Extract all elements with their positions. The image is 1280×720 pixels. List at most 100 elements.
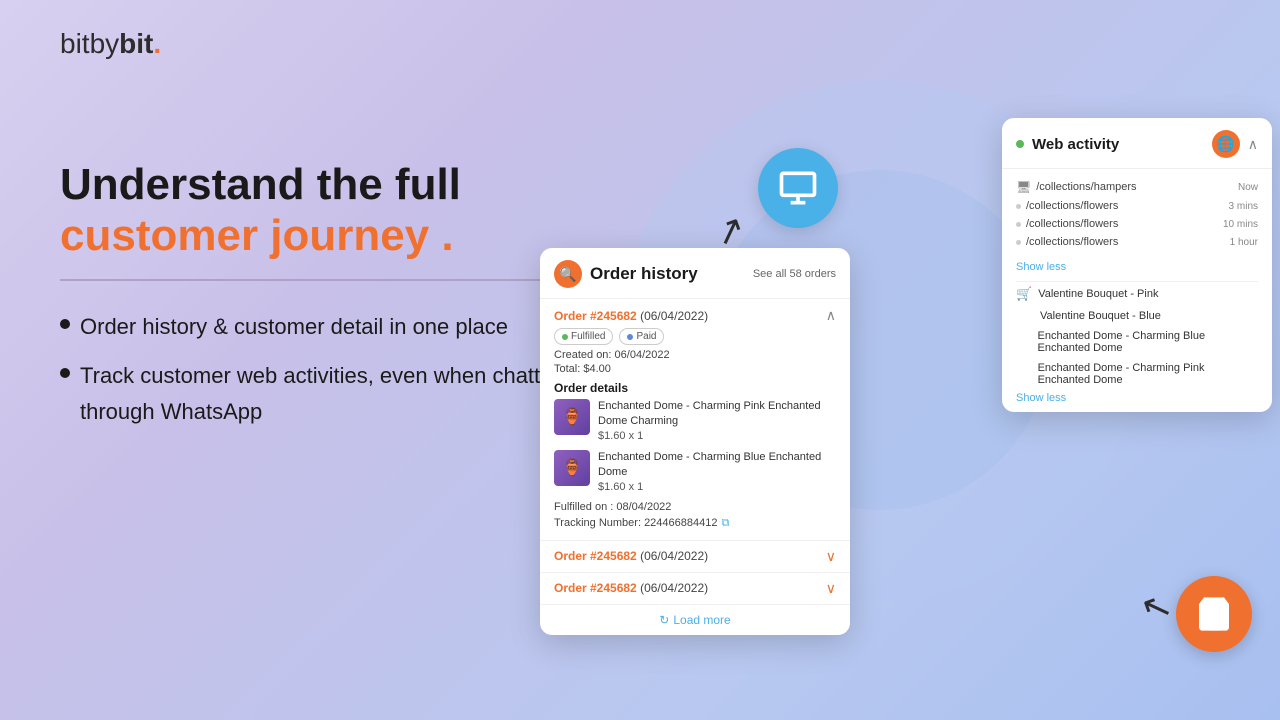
order-item-price-2: $1.60 x 1 (598, 481, 836, 493)
web-product-name-2: Valentine Bouquet - Blue (1040, 310, 1161, 322)
chevron-down-2[interactable]: ∨ (826, 548, 836, 565)
order-section-1: Order #245682 (06/04/2022) ∧ Fulfilled P… (540, 299, 850, 540)
web-activity-card: Web activity 🌐 ∧ 🖥 /collections/hampers … (1002, 118, 1272, 412)
web-item-path-4: /collections/flowers (1016, 236, 1118, 248)
search-icon-circle: 🔍 (554, 260, 582, 288)
arrow-left: ↙ (1136, 584, 1179, 634)
refresh-icon: ↻ (659, 613, 669, 627)
chevron-up-icon[interactable]: ∧ (1248, 136, 1258, 153)
badge-fulfilled: Fulfilled (554, 328, 613, 345)
order-collapsed-3[interactable]: Order #245682 (06/04/2022) ∨ (540, 572, 850, 604)
order-history-label: Order history (590, 264, 698, 284)
status-dot (1016, 140, 1024, 148)
headline-line1: Understand the full (60, 160, 461, 209)
web-time-1: Now (1238, 182, 1258, 193)
order-history-card: 🔍 Order history See all 58 orders Order … (540, 248, 850, 635)
cart-mini-1: 🛒 (1016, 286, 1032, 302)
order-created: Created on: 06/04/2022 (554, 349, 836, 361)
chevron-down-3[interactable]: ∨ (826, 580, 836, 597)
web-item-3: /collections/flowers 10 mins (1016, 215, 1258, 233)
order-badges-1: Fulfilled Paid (554, 328, 836, 345)
tracking-text: Tracking Number: 224466884412 (554, 517, 717, 529)
badge-paid-label: Paid (636, 331, 656, 342)
order-item-2: 🏺 Enchanted Dome - Charming Blue Enchant… (554, 450, 836, 493)
logo: bitbybit. (60, 28, 161, 60)
order-item-1: 🏺 Enchanted Dome - Charming Pink Enchant… (554, 399, 836, 442)
order-date-2: (06/04/2022) (640, 549, 708, 563)
bullet-item-1: Order history & customer detail in one p… (60, 309, 620, 344)
order-number-1[interactable]: Order #245682 (554, 309, 637, 323)
web-product-name-4: Enchanted Dome - Charming Pink Enchanted… (1038, 362, 1258, 386)
bullet-dot-1 (60, 319, 70, 329)
web-time-4: 1 hour (1230, 237, 1258, 248)
web-item-4: /collections/flowers 1 hour (1016, 233, 1258, 251)
order-details-label: Order details (554, 381, 836, 395)
load-more[interactable]: ↻ Load more (540, 604, 850, 635)
right-area: ↗ ↙ Web activity 🌐 ∧ 🖥 /collections/ham (560, 0, 1280, 720)
cart-svg (1194, 594, 1234, 634)
order-item-name-2: Enchanted Dome - Charming Blue Enchanted… (598, 450, 836, 481)
dot-small-4 (1016, 240, 1021, 245)
tracking-number: Tracking Number: 224466884412 ⧉ (554, 517, 836, 530)
dot-small-2 (1016, 204, 1021, 209)
show-less-2[interactable]: Show less (1002, 390, 1272, 412)
web-activity-header: Web activity 🌐 ∧ (1002, 118, 1272, 169)
divider (60, 279, 580, 281)
web-time-3: 10 mins (1223, 219, 1258, 230)
show-less-1[interactable]: Show less (1002, 259, 1272, 281)
logo-bit2: bit (119, 28, 153, 59)
monitor-icon (758, 148, 838, 228)
web-item-1: 🖥 /collections/hampers Now (1016, 177, 1258, 197)
order-total: Total: $4.00 (554, 363, 836, 375)
badge-paid: Paid (619, 328, 664, 345)
web-product-name-3: Enchanted Dome - Charming Blue Enchanted… (1038, 330, 1258, 354)
order-date-1: (06/04/2022) (640, 309, 708, 323)
order-history-header: 🔍 Order history See all 58 orders (540, 248, 850, 299)
web-time-2: 3 mins (1229, 201, 1258, 212)
left-content: Understand the full customer journey . O… (60, 160, 620, 443)
badge-fulfilled-label: Fulfilled (571, 331, 605, 342)
order-number-2[interactable]: Order #245682 (554, 549, 637, 563)
order-number-3[interactable]: Order #245682 (554, 581, 637, 595)
logo-by: by (90, 28, 120, 59)
monitor-svg (776, 166, 820, 210)
order-date-3: (06/04/2022) (640, 581, 708, 595)
dot-small-3 (1016, 222, 1021, 227)
order-item-img-2: 🏺 (554, 450, 590, 486)
order-fulfillment: Fulfilled on : 08/04/2022 (554, 501, 836, 513)
web-path-4: /collections/flowers (1026, 236, 1118, 248)
bullet-item-2: Track customer web activities, even when… (60, 358, 620, 428)
web-product-3: Enchanted Dome - Charming Blue Enchanted… (1002, 326, 1272, 358)
bullet-text-2: Track customer web activities, even when… (80, 358, 620, 428)
bullets-list: Order history & customer detail in one p… (60, 309, 620, 429)
headline: Understand the full customer journey . (60, 160, 620, 261)
cart-icon (1176, 576, 1252, 652)
web-product-2: Valentine Bouquet - Blue (1002, 306, 1272, 326)
logo-bit1: bit (60, 28, 90, 59)
web-path-1: /collections/hampers (1036, 181, 1136, 193)
globe-icon: 🌐 (1212, 130, 1240, 158)
chevron-up-order[interactable]: ∧ (826, 307, 836, 324)
logo-dot: . (153, 28, 161, 59)
web-item-2: /collections/flowers 3 mins (1016, 197, 1258, 215)
order-collapsed-2[interactable]: Order #245682 (06/04/2022) ∨ (540, 540, 850, 572)
web-product-4: Enchanted Dome - Charming Pink Enchanted… (1002, 358, 1272, 390)
monitor-mini-1: 🖥 (1016, 180, 1031, 194)
web-activity-label: Web activity (1032, 136, 1119, 153)
bullet-text-1: Order history & customer detail in one p… (80, 309, 508, 344)
order-item-price-1: $1.60 x 1 (598, 430, 836, 442)
badge-dot-blue (627, 334, 633, 340)
web-item-path-3: /collections/flowers (1016, 218, 1118, 230)
order-item-name-1: Enchanted Dome - Charming Pink Enchanted… (598, 399, 836, 430)
web-activity-title: Web activity (1016, 136, 1119, 153)
web-item-path-1: 🖥 /collections/hampers (1016, 180, 1137, 194)
order-history-title: 🔍 Order history (554, 260, 698, 288)
web-product-name-1: Valentine Bouquet - Pink (1038, 288, 1158, 300)
web-product-1: 🛒 Valentine Bouquet - Pink (1002, 282, 1272, 306)
copy-icon[interactable]: ⧉ (721, 517, 729, 530)
web-path-2: /collections/flowers (1026, 200, 1118, 212)
order-item-img-1: 🏺 (554, 399, 590, 435)
see-all-link[interactable]: See all 58 orders (753, 268, 836, 280)
load-more-label: Load more (673, 613, 730, 627)
web-activity-items: 🖥 /collections/hampers Now /collections/… (1002, 169, 1272, 259)
